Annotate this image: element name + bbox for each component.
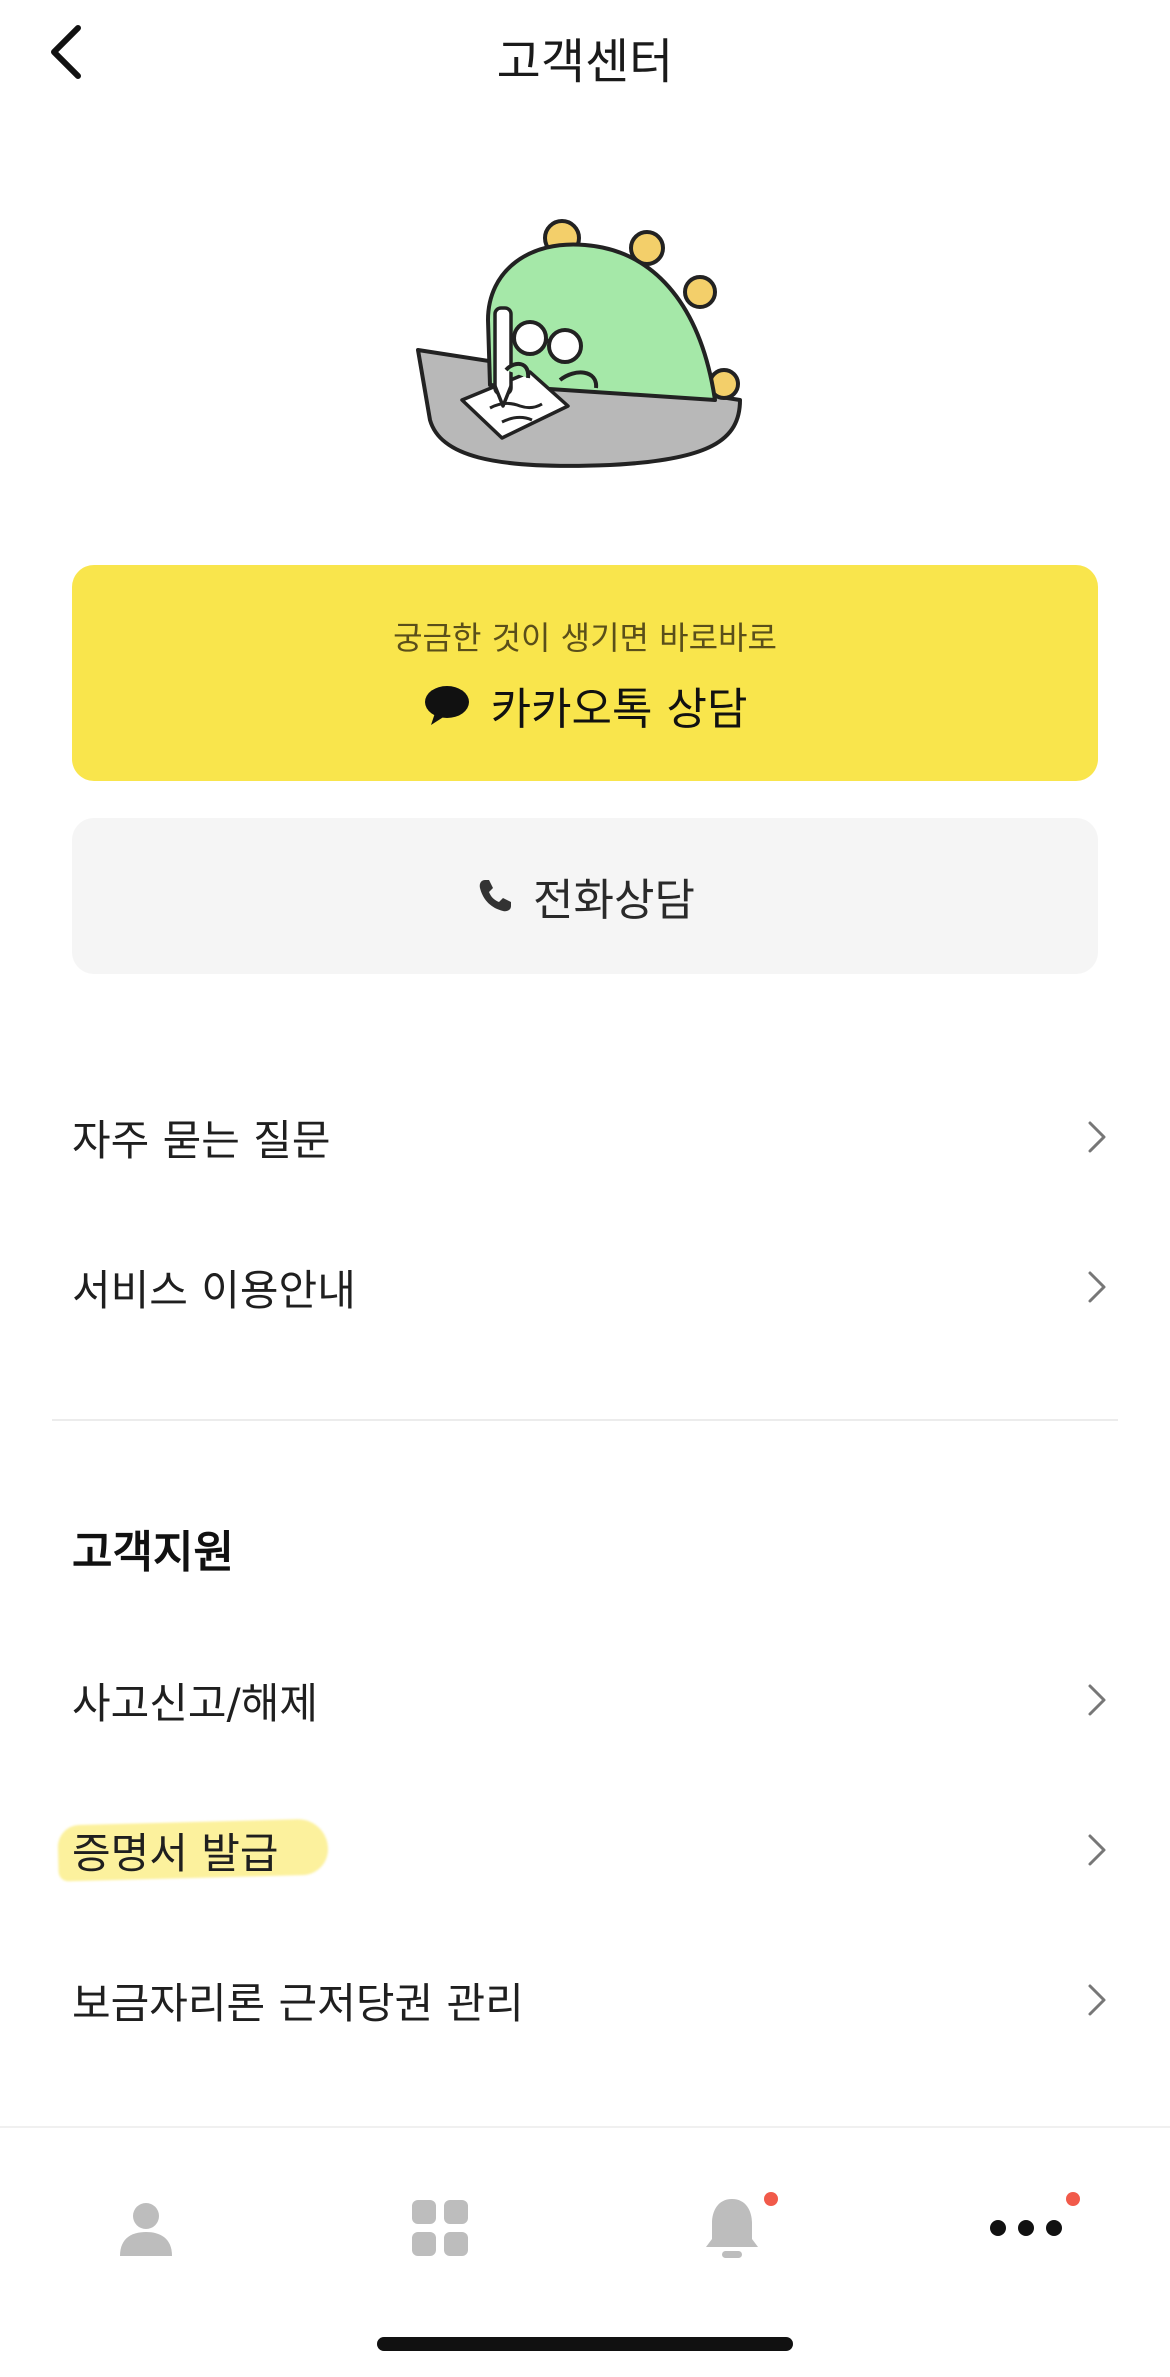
chevron-right-icon — [1088, 1271, 1106, 1303]
accident-report-row[interactable]: 사고신고/해제 — [72, 1645, 1112, 1755]
service-guide-label: 서비스 이용안내 — [72, 1265, 356, 1315]
more-icon — [990, 2220, 1062, 2236]
chevron-right-icon — [1088, 1684, 1106, 1716]
phone-icon — [479, 880, 512, 912]
grid-icon — [412, 2200, 468, 2256]
chevron-right-icon — [1088, 1834, 1106, 1866]
chat-bubble-icon — [424, 686, 469, 725]
faq-label: 자주 묻는 질문 — [72, 1115, 331, 1165]
home-indicator — [377, 2337, 793, 2351]
bell-icon — [706, 2199, 758, 2258]
kakaotalk-consult-main: 카카오톡 상담 — [72, 673, 1098, 737]
kakaotalk-consult-label: 카카오톡 상담 — [490, 684, 748, 735]
mortgage-lien-label: 보금자리론 근저당권 관리 — [72, 1978, 524, 2028]
page-title: 고객센터 — [496, 34, 674, 90]
header: 고객센터 — [0, 0, 1170, 104]
nav-menu[interactable] — [380, 2168, 500, 2288]
customer-center-screen: 고객센터 궁금한 것이 생기면 바로바로 카카오톡 상담 전화상담 자주 묻는 … — [0, 0, 1170, 2377]
mascot-illustration — [416, 219, 742, 468]
certificate-issuance-label-wrap: 증명서 발급 — [57, 1817, 329, 1882]
person-icon — [120, 2203, 172, 2256]
kakaotalk-consult-button[interactable]: 궁금한 것이 생기면 바로바로 카카오톡 상담 — [72, 565, 1098, 781]
service-guide-row[interactable]: 서비스 이용안내 — [72, 1232, 1112, 1342]
kakaotalk-consult-subtitle: 궁금한 것이 생기면 바로바로 — [393, 619, 777, 657]
support-section-title: 고객지원 — [72, 1527, 234, 1578]
chevron-right-icon — [1088, 1984, 1106, 2016]
notification-badge — [764, 2192, 778, 2206]
section-divider — [52, 1419, 1118, 1421]
more-badge — [1066, 2192, 1080, 2206]
accident-report-label: 사고신고/해제 — [72, 1678, 318, 1728]
faq-row[interactable]: 자주 묻는 질문 — [72, 1082, 1112, 1192]
certificate-issuance-label: 증명서 발급 — [72, 1828, 279, 1878]
certificate-issuance-row[interactable]: 증명서 발급 — [57, 1795, 1112, 1905]
phone-consult-button[interactable]: 전화상담 — [72, 818, 1098, 974]
phone-consult-label: 전화상담 — [533, 875, 695, 926]
mortgage-lien-row[interactable]: 보금자리론 근저당권 관리 — [72, 1945, 1112, 2055]
nav-profile[interactable] — [86, 2168, 206, 2288]
chevron-right-icon — [1088, 1121, 1106, 1153]
nav-notifications[interactable] — [672, 2168, 792, 2288]
nav-more[interactable] — [966, 2168, 1086, 2288]
